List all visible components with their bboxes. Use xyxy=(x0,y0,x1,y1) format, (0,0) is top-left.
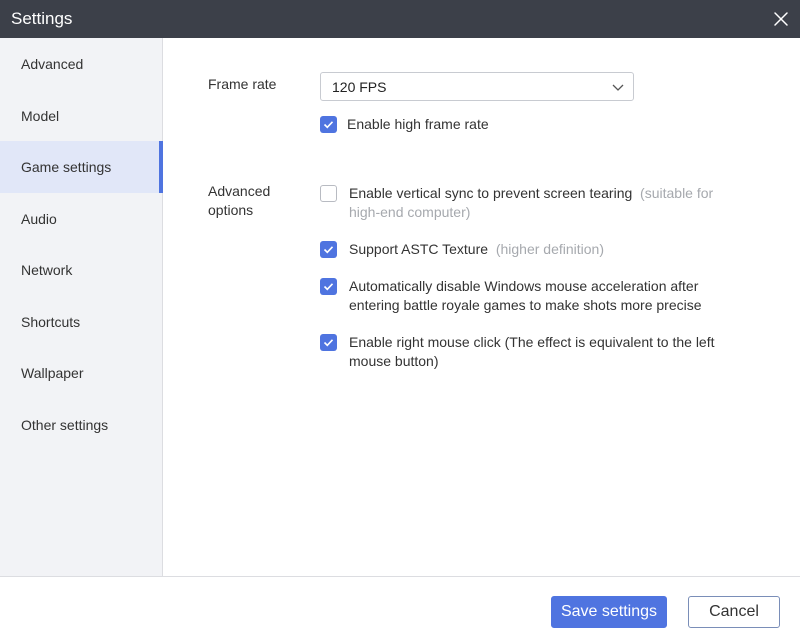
sidebar-item-label: Advanced xyxy=(21,56,84,72)
checkmark-icon xyxy=(323,283,334,291)
astc-texture-checkbox[interactable] xyxy=(320,241,337,258)
right-mouse-click-label-line1: Enable right mouse click (The effect is … xyxy=(349,334,715,350)
sidebar-item-wallpaper[interactable]: Wallpaper xyxy=(0,347,163,399)
sidebar-item-label: Game settings xyxy=(21,159,112,175)
right-mouse-click-checkbox[interactable] xyxy=(320,334,337,351)
mouse-acceleration-label-line1: Automatically disable Windows mouse acce… xyxy=(349,278,699,294)
vertical-sync-label: Enable vertical sync to prevent screen t… xyxy=(349,184,713,203)
astc-texture-hint: (higher definition) xyxy=(495,241,604,257)
sidebar-item-other-settings[interactable]: Other settings xyxy=(0,399,163,451)
sidebar-item-advanced[interactable]: Advanced xyxy=(0,38,163,90)
advanced-options-label-line1: Advanced xyxy=(208,183,271,199)
high-frame-rate-checkbox[interactable] xyxy=(320,116,337,133)
sidebar-item-model[interactable]: Model xyxy=(0,90,163,142)
frame-rate-value: 120 FPS xyxy=(332,79,387,95)
sidebar-item-label: Audio xyxy=(21,211,57,227)
title-bar: Settings xyxy=(0,0,800,38)
astc-texture-label: Support ASTC Texture (higher definition) xyxy=(349,240,604,259)
frame-rate-dropdown[interactable]: 120 FPS xyxy=(320,72,634,101)
sidebar-item-audio[interactable]: Audio xyxy=(0,193,163,245)
sidebar-item-label: Other settings xyxy=(21,417,109,433)
sidebar-item-shortcuts[interactable]: Shortcuts xyxy=(0,296,163,348)
astc-texture-text: Support ASTC Texture xyxy=(349,241,489,257)
right-mouse-click-label-line2: mouse button) xyxy=(349,353,439,369)
sidebar-item-label: Shortcuts xyxy=(21,314,81,330)
window-title: Settings xyxy=(11,9,73,28)
sidebar-item-game-settings[interactable]: Game settings xyxy=(0,141,163,193)
cancel-button[interactable]: Cancel xyxy=(688,596,780,628)
chevron-down-icon xyxy=(611,80,625,94)
sidebar-item-network[interactable]: Network xyxy=(0,244,163,296)
close-icon[interactable] xyxy=(770,8,792,30)
mouse-acceleration-label-line2: entering battle royale games to make sho… xyxy=(349,297,702,313)
footer: Save settings Cancel xyxy=(0,576,800,642)
advanced-options-label-line2: options xyxy=(208,202,254,218)
sidebar-item-label: Wallpaper xyxy=(21,365,84,381)
vertical-sync-text: Enable vertical sync to prevent screen t… xyxy=(349,185,633,201)
checkmark-icon xyxy=(323,121,334,129)
save-settings-button[interactable]: Save settings xyxy=(551,596,667,628)
high-frame-rate-label: Enable high frame rate xyxy=(347,116,489,132)
vertical-sync-checkbox[interactable] xyxy=(320,185,337,202)
sidebar-item-label: Model xyxy=(21,108,60,124)
sidebar: Advanced Model Game settings Audio Netwo… xyxy=(0,38,163,576)
sidebar-item-label: Network xyxy=(21,262,73,278)
mouse-acceleration-checkbox[interactable] xyxy=(320,278,337,295)
game-settings-panel: Frame rate 120 FPS Enable high frame rat… xyxy=(163,38,800,576)
checkmark-icon xyxy=(323,339,334,347)
frame-rate-label: Frame rate xyxy=(208,76,277,92)
vertical-sync-hint-line2: high-end computer) xyxy=(349,204,471,220)
checkmark-icon xyxy=(323,246,334,254)
vertical-sync-hint: (suitable for xyxy=(640,185,714,201)
settings-window: Settings Advanced Model Game settings Au… xyxy=(0,0,800,642)
